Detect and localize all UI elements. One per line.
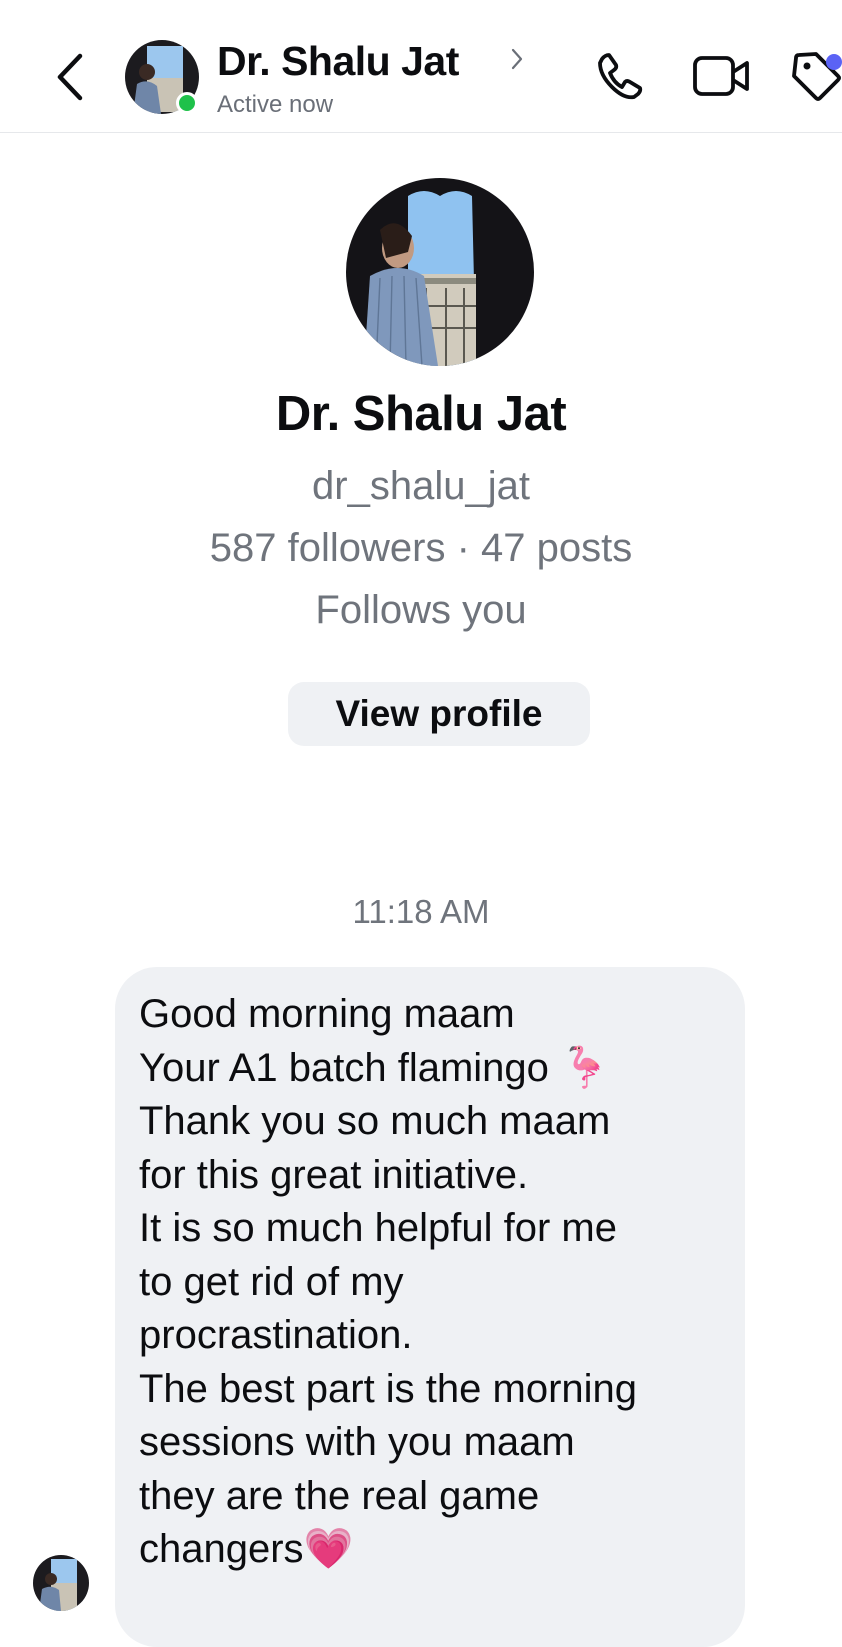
message-line: they are the real game bbox=[139, 1473, 540, 1518]
message-line: changers💗 bbox=[139, 1527, 354, 1571]
message-line: for this great initiative. bbox=[139, 1152, 529, 1197]
video-icon bbox=[693, 56, 749, 96]
notification-dot bbox=[826, 54, 842, 70]
message-line: procrastination. bbox=[139, 1313, 413, 1357]
active-status: Active now bbox=[217, 91, 334, 118]
chevron-left-icon bbox=[57, 53, 83, 101]
contact-name[interactable]: Dr. Shalu Jat bbox=[217, 38, 459, 85]
sender-avatar[interactable] bbox=[33, 1555, 89, 1611]
profile-name: Dr. Shalu Jat bbox=[275, 387, 567, 441]
profile-stats: 587 followers · 47 posts bbox=[209, 526, 633, 570]
back-button[interactable] bbox=[50, 50, 94, 104]
phone-icon bbox=[598, 53, 643, 100]
message-line: It is so much helpful for me bbox=[139, 1206, 617, 1250]
message-line: The best part is the morning bbox=[139, 1366, 638, 1411]
message-line: to get rid of my bbox=[139, 1259, 404, 1304]
chevron-right-icon[interactable] bbox=[510, 46, 524, 72]
message-timestamp: 11:18 AM bbox=[352, 893, 490, 930]
follows-you-label: Follows you bbox=[315, 588, 527, 632]
message-line: Your A1 batch flamingo 🦩 bbox=[139, 1045, 610, 1090]
profile-photo[interactable] bbox=[346, 178, 534, 366]
online-status-dot bbox=[176, 92, 198, 114]
message-line: Thank you so much maam bbox=[139, 1099, 611, 1143]
message-line: sessions with you maam bbox=[139, 1420, 575, 1464]
video-call-button[interactable] bbox=[692, 52, 750, 100]
message-line: Good morning maam bbox=[139, 992, 515, 1036]
profile-username: dr_shalu_jat bbox=[312, 464, 530, 508]
message-text: Good morning maam Your A1 batch flamingo… bbox=[139, 988, 739, 1577]
view-profile-button[interactable]: View profile bbox=[288, 682, 590, 746]
audio-call-button[interactable] bbox=[594, 51, 644, 101]
chat-header: Dr. Shalu Jat Active now bbox=[0, 0, 842, 133]
